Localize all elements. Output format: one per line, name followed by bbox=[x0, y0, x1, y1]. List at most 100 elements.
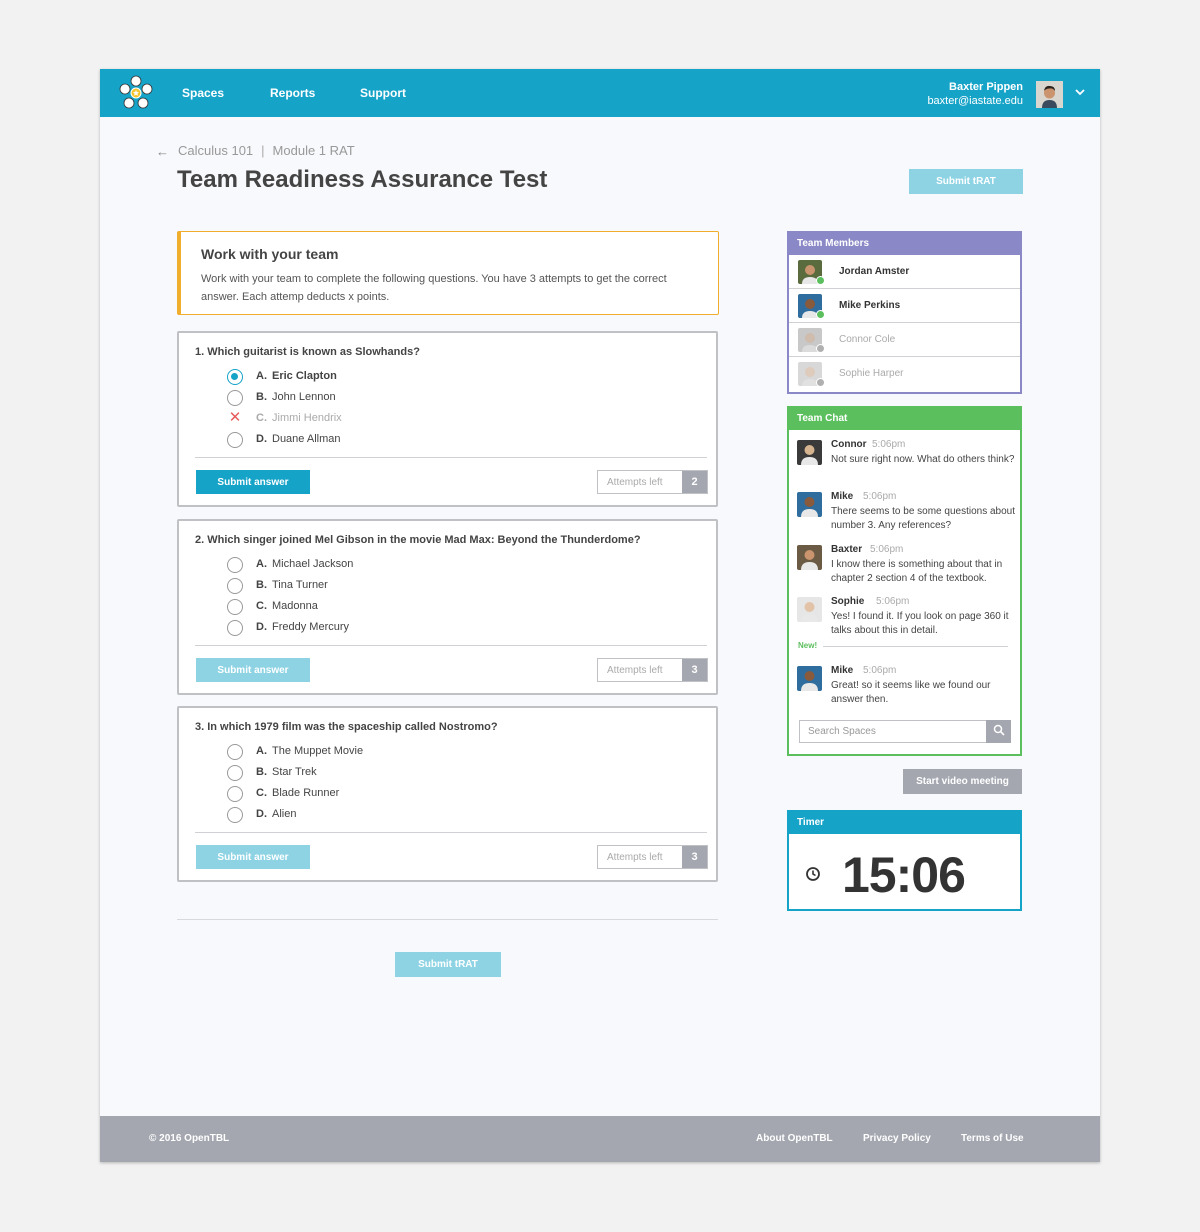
option-letter: B. bbox=[256, 391, 267, 403]
member-name: Jordan Amster bbox=[839, 266, 910, 277]
back-arrow-icon[interactable]: ← bbox=[156, 144, 169, 159]
option-letter: C. bbox=[256, 600, 267, 612]
attempts-count: 3 bbox=[682, 846, 707, 868]
new-messages-label: New! bbox=[798, 641, 818, 650]
attempts-count: 2 bbox=[682, 471, 707, 493]
radio-button[interactable] bbox=[227, 807, 243, 823]
member-name: Sophie Harper bbox=[839, 368, 904, 379]
option-text: Freddy Mercury bbox=[272, 621, 350, 633]
team-member-row[interactable]: Jordan Amster bbox=[789, 255, 1020, 289]
radio-button[interactable] bbox=[227, 620, 243, 636]
chat-text: Great! so it seems like we found our ans… bbox=[831, 680, 991, 705]
chat-time: 5:06pm bbox=[863, 491, 897, 502]
team-member-row[interactable]: Connor Cole bbox=[789, 323, 1020, 357]
option-text: Eric Clapton bbox=[272, 370, 337, 382]
chat-avatar bbox=[797, 666, 822, 691]
chat-avatar bbox=[797, 492, 822, 517]
user-avatar[interactable] bbox=[1036, 81, 1063, 108]
answer-option[interactable]: A. Michael Jackson bbox=[227, 556, 527, 574]
attempts-left-badge: Attempts left 2 bbox=[597, 470, 708, 494]
team-members-title: Team Members bbox=[789, 233, 1020, 255]
answer-option[interactable]: D. Duane Allman bbox=[227, 431, 527, 449]
clock-icon bbox=[806, 867, 820, 881]
answer-option[interactable]: C. Blade Runner bbox=[227, 785, 527, 803]
start-video-meeting-button[interactable]: Start video meeting bbox=[903, 769, 1022, 794]
radio-button[interactable] bbox=[227, 599, 243, 615]
attempts-left-badge: Attempts left 3 bbox=[597, 845, 708, 869]
chat-time: 5:06pm bbox=[863, 665, 897, 676]
radio-button[interactable] bbox=[227, 557, 243, 573]
option-text: Michael Jackson bbox=[272, 558, 354, 570]
nav-spaces[interactable]: Spaces bbox=[182, 86, 224, 100]
timer-title: Timer bbox=[789, 812, 1020, 834]
opentbl-logo-icon[interactable] bbox=[118, 75, 154, 111]
page-title: Team Readiness Assurance Test bbox=[177, 166, 548, 193]
attempts-label: Attempts left bbox=[607, 477, 663, 488]
status-dot bbox=[816, 310, 825, 319]
answer-option[interactable]: B. Star Trek bbox=[227, 764, 527, 782]
submit-trat-button-bottom[interactable]: Submit tRAT bbox=[395, 952, 501, 977]
chat-search-input[interactable] bbox=[799, 720, 987, 743]
breadcrumb-module[interactable]: Module 1 RAT bbox=[273, 143, 355, 158]
option-letter: A. bbox=[256, 370, 267, 382]
breadcrumb: Calculus 101 | Module 1 RAT bbox=[178, 143, 355, 158]
team-chat-panel: Team Chat Connor 5:06pm Not sure right now… bbox=[787, 406, 1022, 756]
option-text: Alien bbox=[272, 808, 297, 820]
radio-button[interactable] bbox=[227, 744, 243, 760]
user-name[interactable]: Baxter Pippen bbox=[949, 81, 1023, 93]
submit-answer-button[interactable]: Submit answer bbox=[196, 658, 310, 682]
nav-support[interactable]: Support bbox=[360, 86, 406, 100]
submit-trat-button-top[interactable]: Submit tRAT bbox=[909, 169, 1023, 194]
radio-button[interactable] bbox=[227, 432, 243, 448]
radio-button[interactable] bbox=[227, 390, 243, 406]
user-email: baxter@iastate.edu bbox=[927, 95, 1023, 107]
option-letter: C. bbox=[256, 787, 267, 799]
team-member-row[interactable]: Sophie Harper bbox=[789, 357, 1020, 391]
team-members-panel: Team Members Jordan Amster Mike Perkins Co… bbox=[787, 231, 1022, 394]
breadcrumb-course[interactable]: Calculus 101 bbox=[178, 143, 253, 158]
submit-answer-button[interactable]: Submit answer bbox=[196, 470, 310, 494]
copyright: © 2016 OpenTBL bbox=[149, 1133, 230, 1144]
nav-reports[interactable]: Reports bbox=[270, 86, 315, 100]
option-letter: B. bbox=[256, 766, 267, 778]
answer-option[interactable]: D. Freddy Mercury bbox=[227, 619, 527, 637]
timer-value: 15:06 bbox=[842, 847, 966, 903]
option-text: Tina Turner bbox=[272, 579, 328, 591]
option-letter: A. bbox=[256, 745, 267, 757]
option-text: Blade Runner bbox=[272, 787, 340, 799]
option-letter: C. bbox=[256, 412, 267, 424]
radio-button[interactable] bbox=[227, 369, 243, 385]
answer-option[interactable]: D. Alien bbox=[227, 806, 527, 824]
chat-messages: Connor 5:06pm Not sure right now. What do … bbox=[789, 408, 1020, 754]
attempts-label: Attempts left bbox=[607, 665, 663, 676]
app-frame: Spaces Reports Support Baxter Pippen bax… bbox=[100, 69, 1100, 1162]
question-divider bbox=[195, 832, 707, 833]
footer-link-terms[interactable]: Terms of Use bbox=[961, 1133, 1024, 1144]
question-title: 1. Which guitarist is known as Slowhands… bbox=[195, 346, 420, 358]
divider bbox=[177, 919, 718, 920]
breadcrumb-separator: | bbox=[261, 143, 265, 158]
wrong-answer-icon: ✕ bbox=[228, 409, 242, 426]
question-title: 2. Which singer joined Mel Gibson in the… bbox=[195, 534, 641, 546]
chat-text: I know there is something about that in … bbox=[831, 559, 1003, 584]
team-member-row[interactable]: Mike Perkins bbox=[789, 289, 1020, 323]
chat-avatar bbox=[797, 440, 822, 465]
footer-link-about[interactable]: About OpenTBL bbox=[756, 1133, 833, 1144]
answer-option[interactable]: A. The Muppet Movie bbox=[227, 743, 527, 761]
search-icon bbox=[993, 724, 1005, 736]
answer-option[interactable]: B. Tina Turner bbox=[227, 577, 527, 595]
radio-button[interactable] bbox=[227, 786, 243, 802]
submit-answer-button[interactable]: Submit answer bbox=[196, 845, 310, 869]
answer-option[interactable]: C. Madonna bbox=[227, 598, 527, 616]
answer-option[interactable]: B. John Lennon bbox=[227, 389, 527, 407]
answer-option[interactable]: A. Eric Clapton bbox=[227, 368, 527, 386]
chat-search-button[interactable] bbox=[986, 720, 1011, 743]
radio-button[interactable] bbox=[227, 765, 243, 781]
radio-button[interactable] bbox=[227, 578, 243, 594]
chat-text: Not sure right now. What do others think… bbox=[831, 454, 1015, 465]
option-text: The Muppet Movie bbox=[272, 745, 364, 757]
answer-option[interactable]: ✕ C. Jimmi Hendrix bbox=[227, 409, 527, 428]
footer-link-privacy[interactable]: Privacy Policy bbox=[863, 1133, 931, 1144]
attempts-label: Attempts left bbox=[607, 852, 663, 863]
chevron-down-icon[interactable] bbox=[1074, 86, 1086, 98]
